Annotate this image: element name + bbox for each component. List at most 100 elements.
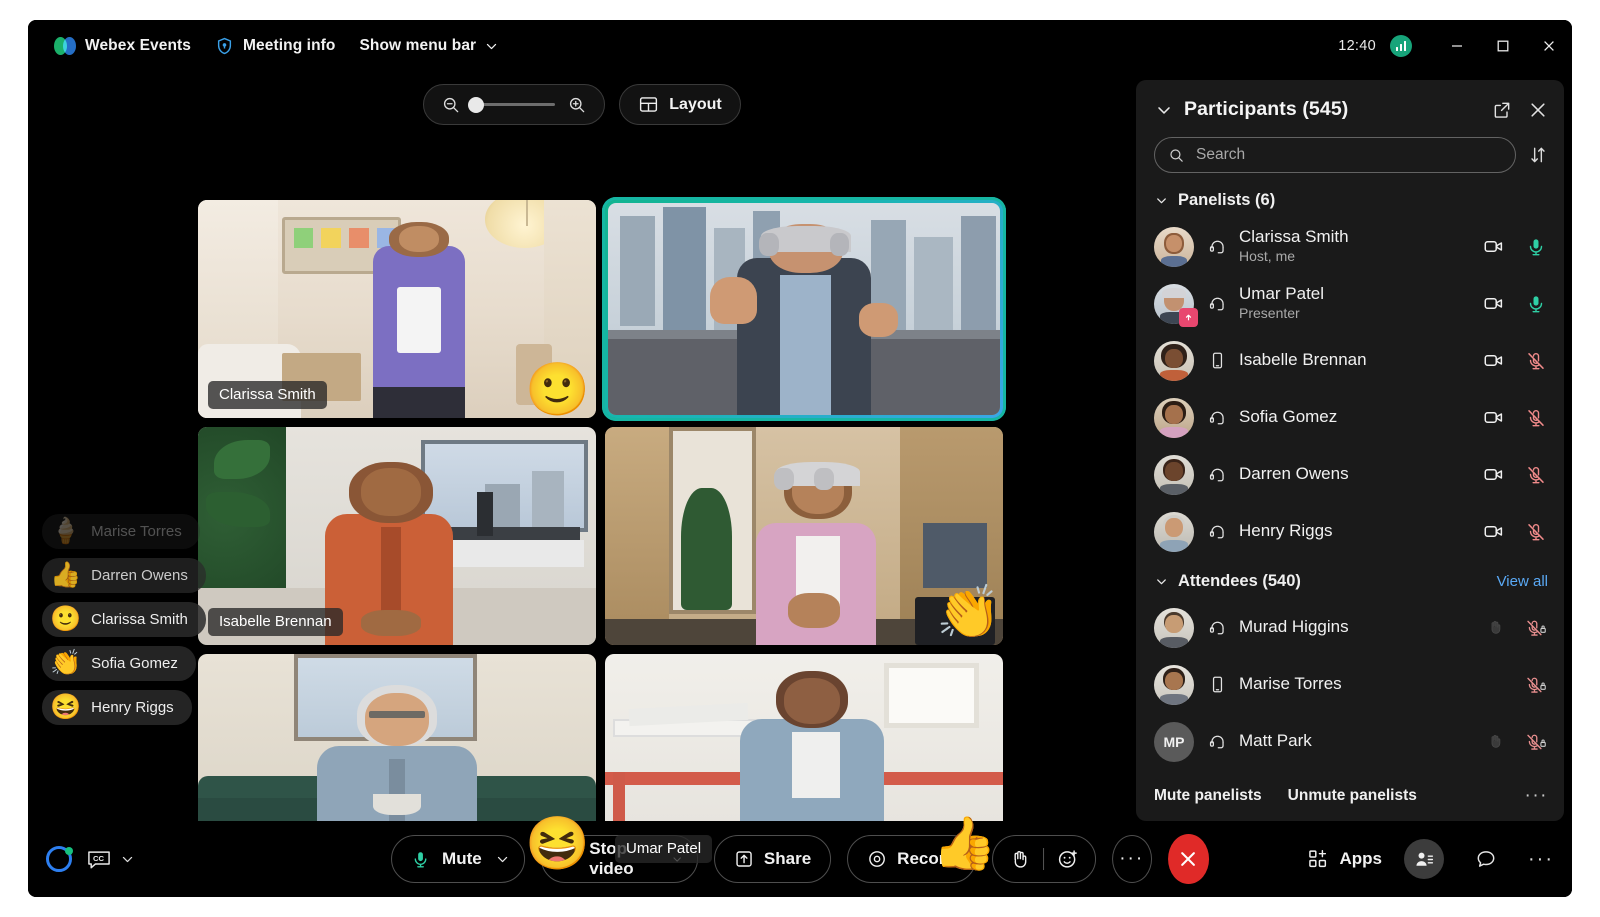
camera-on-icon[interactable]	[1483, 293, 1504, 314]
avatar	[1154, 283, 1198, 327]
zoom-out-icon[interactable]	[441, 95, 461, 115]
maximize-button[interactable]	[1480, 20, 1526, 72]
tile-name-label: Umar Patel	[615, 835, 713, 863]
unmute-panelists-button[interactable]: Unmute panelists	[1288, 787, 1417, 805]
video-stage: Layout Clarissa Smith 🙂 Isabelle Brennan…	[28, 72, 1136, 872]
participant-row-clarissa-smith[interactable]: Clarissa Smith Host, me	[1142, 218, 1558, 275]
end-meeting-icon	[1181, 852, 1196, 866]
camera-on-icon[interactable]	[1483, 464, 1504, 485]
closed-captions-button[interactable]: CC	[86, 848, 134, 870]
camera-on-icon[interactable]	[1483, 236, 1504, 257]
attendee-row-matt-park[interactable]: MP Matt Park	[1142, 713, 1558, 770]
participant-row-sofia-gomez[interactable]: Sofia Gomez	[1142, 389, 1558, 446]
more-options-button[interactable]: ···	[1111, 835, 1152, 883]
reaction-toast-list: 🍦 Marise Torres 👍 Darren Owens 🙂 Clariss…	[28, 514, 206, 725]
participant-row-darren-owens[interactable]: Darren Owens	[1142, 446, 1558, 503]
close-window-button[interactable]	[1526, 20, 1572, 72]
video-tile-sofia-gomez[interactable]: 👏	[605, 427, 1003, 645]
attendee-row-murad-higgins[interactable]: Murad Higgins	[1142, 599, 1558, 656]
microphone-muted-locked-icon[interactable]	[1526, 675, 1546, 695]
panel-more-button[interactable]: ···	[1525, 785, 1548, 807]
chevron-down-icon[interactable]	[1154, 100, 1174, 120]
open-in-new-icon[interactable]	[1492, 100, 1512, 120]
camera-on-icon[interactable]	[1483, 521, 1504, 542]
reaction-name: Henry Riggs	[91, 699, 174, 716]
meeting-info-button[interactable]: Meeting info	[203, 29, 347, 63]
minimize-button[interactable]	[1434, 20, 1480, 72]
divider	[1042, 848, 1044, 870]
microphone-muted-icon[interactable]	[1526, 408, 1546, 428]
chevron-down-icon	[487, 43, 497, 49]
avatar	[1154, 454, 1194, 495]
participant-row-isabelle-brennan[interactable]: Isabelle Brennan	[1142, 332, 1558, 389]
layout-button[interactable]: Layout	[619, 84, 741, 125]
reaction-toast: 😆 Henry Riggs	[42, 690, 192, 725]
chevron-down-icon[interactable]	[496, 853, 509, 866]
participant-row-umar-patel[interactable]: Umar Patel Presenter	[1142, 275, 1558, 332]
avatar	[1154, 511, 1194, 552]
meeting-controls-bar: CC Mute Stop video Share Record ··· Apps…	[28, 821, 1572, 897]
chat-button[interactable]	[1466, 839, 1506, 879]
zoom-slider[interactable]	[468, 96, 556, 113]
avatar	[1154, 226, 1194, 267]
more-right-button[interactable]: ···	[1528, 848, 1554, 871]
camera-on-icon[interactable]	[1483, 407, 1504, 428]
video-tile-active-speaker[interactable]	[605, 200, 1003, 418]
video-tile-isabelle-brennan[interactable]: Isabelle Brennan	[198, 427, 596, 645]
microphone-muted-icon[interactable]	[1526, 465, 1546, 485]
share-button[interactable]: Share	[713, 835, 832, 883]
search-input[interactable]	[1196, 146, 1502, 164]
show-menu-bar-button[interactable]: Show menu bar	[347, 29, 510, 63]
mute-button[interactable]: Mute	[391, 835, 525, 883]
webex-assistant-icon[interactable]	[46, 846, 73, 872]
microphone-muted-icon[interactable]	[1526, 351, 1546, 371]
camera-on-icon[interactable]	[1483, 350, 1504, 371]
panelists-section-header[interactable]: Panelists (6)	[1136, 179, 1564, 218]
attendees-section-header[interactable]: Attendees (540) View all	[1136, 560, 1564, 599]
controls-left-group: CC	[46, 846, 376, 872]
close-icon[interactable]	[1528, 100, 1548, 120]
mobile-device-icon	[1212, 676, 1223, 693]
mute-label: Mute	[442, 849, 482, 868]
mute-panelists-button[interactable]: Mute panelists	[1154, 787, 1262, 805]
chat-icon	[1477, 851, 1495, 867]
participant-row-henry-riggs[interactable]: Henry Riggs	[1142, 503, 1558, 560]
zoom-in-icon[interactable]	[567, 95, 587, 115]
microphone-muted-icon[interactable]	[1526, 522, 1546, 542]
tile-reaction-emoji: 👏	[936, 584, 1001, 642]
video-tile-clarissa-smith[interactable]: Clarissa Smith 🙂	[198, 200, 596, 418]
microphone-muted-locked-icon[interactable]	[1526, 618, 1546, 638]
sort-icon[interactable]	[1528, 145, 1548, 165]
microphone-active-icon[interactable]	[1526, 294, 1546, 314]
attendees-list: Murad Higgins Marise Torres MP Matt Park	[1136, 599, 1564, 770]
close-icon	[1544, 41, 1554, 51]
reactions-icon[interactable]	[1057, 848, 1079, 870]
maximize-icon	[1497, 40, 1509, 52]
network-quality-icon[interactable]	[1390, 35, 1412, 57]
participants-panel-header: Participants (545)	[1136, 80, 1564, 127]
show-menu-bar-label: Show menu bar	[359, 37, 477, 54]
presenter-badge-icon	[1179, 307, 1198, 327]
participants-button[interactable]	[1404, 839, 1445, 879]
layout-grid-icon	[640, 97, 658, 112]
view-all-link[interactable]: View all	[1497, 573, 1548, 590]
share-label: Share	[763, 849, 812, 868]
participant-name: Isabelle Brennan	[1239, 350, 1367, 370]
panel-footer-actions: Mute panelists Unmute panelists ···	[1136, 775, 1564, 821]
raise-hand-icon[interactable]	[1009, 849, 1030, 870]
search-box[interactable]	[1154, 137, 1516, 173]
more-options-label: ···	[1119, 848, 1145, 869]
avatar-initials-text: MP	[1163, 733, 1185, 750]
attendee-row-marise-torres[interactable]: Marise Torres	[1142, 656, 1558, 713]
layout-label: Layout	[669, 95, 722, 113]
avatar	[1154, 664, 1194, 705]
panelists-title: Panelists (6)	[1178, 191, 1276, 209]
microphone-active-icon[interactable]	[1526, 237, 1546, 257]
participant-name: Sofia Gomez	[1239, 407, 1338, 427]
zoom-control[interactable]	[423, 84, 606, 125]
end-meeting-button[interactable]	[1167, 834, 1209, 884]
microphone-muted-locked-icon[interactable]	[1526, 732, 1546, 752]
reaction-name: Sofia Gomez	[91, 655, 178, 672]
apps-button[interactable]: Apps	[1307, 848, 1382, 870]
zoom-slider-handle[interactable]	[468, 96, 485, 113]
